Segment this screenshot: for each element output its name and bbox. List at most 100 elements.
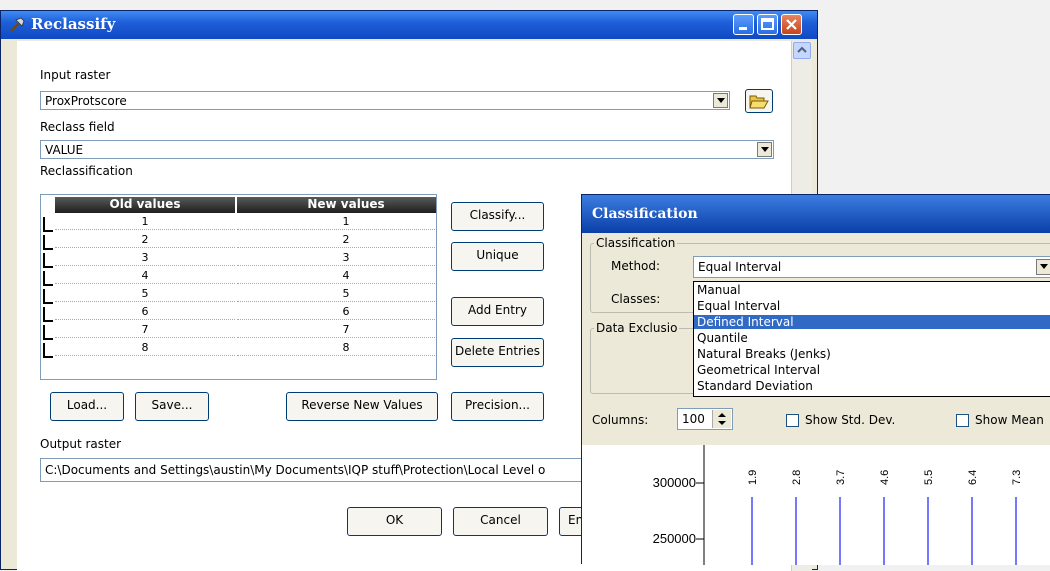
classification-group-label: Classification bbox=[594, 236, 678, 250]
row-header[interactable] bbox=[43, 217, 53, 232]
row-header[interactable] bbox=[43, 253, 53, 268]
method-combo[interactable]: Equal Interval bbox=[693, 256, 1050, 278]
old-value-cell[interactable]: 1 bbox=[55, 215, 235, 230]
old-value-cell[interactable]: 2 bbox=[55, 233, 235, 248]
window-title: Reclassify bbox=[31, 15, 116, 33]
ok-button[interactable]: OK bbox=[347, 507, 442, 536]
show-mean-checkbox[interactable] bbox=[956, 414, 969, 427]
old-values-header: Old values bbox=[55, 197, 235, 213]
classification-titlebar[interactable]: Classification bbox=[582, 195, 1050, 233]
open-folder-icon bbox=[749, 95, 769, 109]
dropdown-arrow-icon bbox=[717, 98, 725, 103]
input-raster-dropdown[interactable] bbox=[713, 93, 728, 108]
method-dropdown-list[interactable]: Manual Equal Interval Defined Interval Q… bbox=[693, 281, 1050, 397]
reclass-field-dropdown[interactable] bbox=[757, 142, 772, 157]
minimize-icon bbox=[739, 27, 747, 30]
cancel-button-label: Cancel bbox=[480, 513, 521, 527]
show-std-dev-label: Show Std. Dev. bbox=[805, 413, 896, 427]
old-value-cell[interactable]: 8 bbox=[55, 341, 235, 356]
scroll-up-button[interactable] bbox=[793, 42, 811, 59]
input-raster-value: ProxProtscore bbox=[45, 94, 127, 108]
y-tick-label: 250000 bbox=[653, 531, 696, 546]
method-label: Method: bbox=[611, 259, 661, 273]
method-option[interactable]: Equal Interval bbox=[694, 299, 1050, 313]
columns-stepper[interactable]: 100 bbox=[677, 408, 733, 430]
new-value-cell[interactable]: 1 bbox=[237, 215, 436, 230]
new-value-cell[interactable]: 3 bbox=[237, 251, 436, 266]
class-break-label: 6.4 bbox=[967, 470, 979, 485]
old-value-cell[interactable]: 5 bbox=[55, 287, 235, 302]
histogram-chart[interactable]: 300000 250000 1.9 2.8 3.7 4.6 5.5 6.4 7.3 bbox=[582, 445, 1050, 565]
new-value-cell[interactable]: 4 bbox=[237, 269, 436, 284]
close-button[interactable] bbox=[781, 14, 802, 35]
load-button[interactable]: Load... bbox=[50, 392, 124, 421]
input-raster-combo[interactable]: ProxProtscore bbox=[40, 91, 730, 110]
unique-button[interactable]: Unique bbox=[451, 242, 544, 271]
save-button[interactable]: Save... bbox=[135, 392, 209, 421]
histogram-panel[interactable]: 300000 250000 1.9 2.8 3.7 4.6 5.5 6.4 7.3 bbox=[582, 445, 1050, 565]
method-value: Equal Interval bbox=[698, 260, 782, 274]
output-raster-label: Output raster bbox=[40, 437, 122, 451]
dropdown-arrow-icon bbox=[761, 147, 769, 152]
method-option[interactable]: Manual bbox=[694, 283, 1050, 297]
show-std-dev-checkbox[interactable] bbox=[786, 414, 799, 427]
cancel-button[interactable]: Cancel bbox=[453, 507, 548, 536]
y-tick-label: 300000 bbox=[653, 475, 696, 490]
reclassify-titlebar[interactable]: Reclassify bbox=[1, 11, 817, 39]
spin-arrows-icon bbox=[718, 413, 726, 425]
class-break-label: 5.5 bbox=[923, 470, 935, 485]
delete-entries-button-label: Delete Entries bbox=[454, 344, 541, 358]
row-header[interactable] bbox=[43, 343, 53, 358]
new-value-cell[interactable]: 8 bbox=[237, 341, 436, 356]
spin-buttons[interactable] bbox=[712, 410, 731, 428]
method-option[interactable]: Geometrical Interval bbox=[694, 363, 1050, 377]
dropdown-arrow-icon bbox=[1040, 264, 1048, 269]
classification-window: Classification Classification Method: Eq… bbox=[581, 194, 1050, 565]
save-button-label: Save... bbox=[151, 398, 193, 412]
method-option[interactable]: Standard Deviation bbox=[694, 379, 1050, 393]
reclass-field-combo[interactable]: VALUE bbox=[40, 140, 774, 159]
data-exclusion-label: Data Exclusio bbox=[594, 321, 680, 335]
new-value-cell[interactable]: 5 bbox=[237, 287, 436, 302]
reclassification-label: Reclassification bbox=[40, 164, 133, 178]
method-option[interactable]: Quantile bbox=[694, 331, 1050, 345]
row-header[interactable] bbox=[43, 325, 53, 340]
class-break-label: 3.7 bbox=[835, 470, 847, 485]
add-entry-button-label: Add Entry bbox=[468, 303, 527, 317]
minimize-button[interactable] bbox=[733, 14, 754, 35]
old-value-cell[interactable]: 6 bbox=[55, 305, 235, 320]
row-header[interactable] bbox=[43, 289, 53, 304]
precision-button[interactable]: Precision... bbox=[451, 392, 544, 421]
reclass-table[interactable]: Old values New values 1 1 2 2 3 3 4 4 5 … bbox=[40, 194, 437, 380]
ok-button-label: OK bbox=[385, 513, 404, 527]
columns-value: 100 bbox=[682, 412, 705, 426]
precision-button-label: Precision... bbox=[465, 398, 530, 412]
input-raster-label: Input raster bbox=[40, 68, 111, 82]
new-value-cell[interactable]: 7 bbox=[237, 323, 436, 338]
columns-label: Columns: bbox=[592, 413, 649, 427]
reverse-new-values-button[interactable]: Reverse New Values bbox=[286, 392, 438, 421]
new-value-cell[interactable]: 6 bbox=[237, 305, 436, 320]
delete-entries-button[interactable]: Delete Entries bbox=[451, 338, 544, 367]
maximize-button[interactable] bbox=[757, 14, 778, 35]
chevron-up-icon bbox=[797, 46, 807, 53]
browse-folder-button[interactable] bbox=[745, 89, 773, 113]
method-dropdown[interactable] bbox=[1036, 259, 1050, 275]
row-header[interactable] bbox=[43, 235, 53, 250]
maximize-icon bbox=[761, 18, 774, 30]
method-option-selected[interactable]: Defined Interval bbox=[694, 315, 1050, 329]
old-value-cell[interactable]: 4 bbox=[55, 269, 235, 284]
new-value-cell[interactable]: 2 bbox=[237, 233, 436, 248]
output-raster-field[interactable]: C:\Documents and Settings\austin\My Docu… bbox=[40, 458, 585, 482]
row-header[interactable] bbox=[43, 271, 53, 286]
add-entry-button[interactable]: Add Entry bbox=[451, 297, 544, 326]
row-header[interactable] bbox=[43, 307, 53, 322]
classify-button[interactable]: Classify... bbox=[451, 202, 544, 231]
load-button-label: Load... bbox=[66, 398, 108, 412]
reclass-field-value: VALUE bbox=[45, 143, 84, 157]
method-option[interactable]: Natural Breaks (Jenks) bbox=[694, 347, 1050, 361]
reclass-field-label: Reclass field bbox=[40, 120, 115, 134]
class-break-label: 7.3 bbox=[1011, 470, 1023, 485]
old-value-cell[interactable]: 7 bbox=[55, 323, 235, 338]
old-value-cell[interactable]: 3 bbox=[55, 251, 235, 266]
